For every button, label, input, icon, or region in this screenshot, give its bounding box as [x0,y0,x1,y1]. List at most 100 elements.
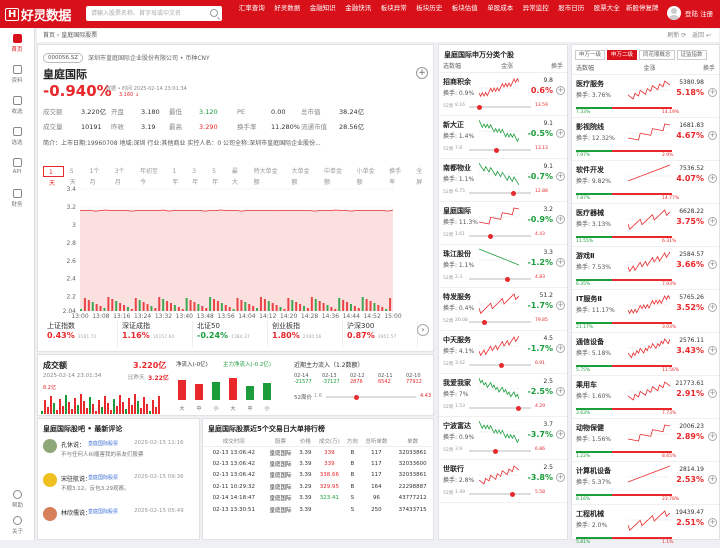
sector-stock-row[interactable]: 南都物业 换手: 1.1% 9.1 -0.7% +52周 6.75 12.88 [439,159,567,202]
chart-tab-2[interactable]: 1个月 [85,166,109,186]
nav-item-8[interactable]: 异常监控 [518,0,554,28]
add-button[interactable]: + [708,475,717,484]
breadcrumb-home[interactable]: 首页 [43,32,55,39]
industry-name[interactable]: 医疗器械 [576,208,604,218]
add-button[interactable]: + [708,303,717,312]
sector-stock-row[interactable]: 招商积余 换手: 0.9% 9.8 0.6% +52周 8.16 13.59 [439,73,567,116]
nav-item-5[interactable]: 板块历史 [412,0,448,28]
nav-item-4[interactable]: 板块异常 [376,0,412,28]
comment-item[interactable]: 宋驻航说： 皇庭国际股票 2025-02-15 09:36 不顺3.12。反包3.29… [38,469,199,503]
nav-item-6[interactable]: 板块估值 [447,0,483,28]
industry-name[interactable]: 游戏Ⅱ [576,251,595,261]
industry-row[interactable]: 工程机械 换手: 2.0% 19439.47 2.51% +5.81% 1.1% [572,505,719,548]
sector-stock-row[interactable]: 特发服务 换手: 0.4% 51.2 -1.7% +52周 20.08 79.85 [439,288,567,331]
back-button[interactable]: 返回 [692,32,704,39]
table-row[interactable]: 02-13 13:06:42 皇庭国际 3.39 339 B 117 32033861 [203,447,433,459]
sector-stock-row[interactable]: 珠江股份 换手: 1.1% 3.3 -1.2% +52周 2.3 4.83 [439,245,567,288]
sidebar-item-0[interactable]: 首页 [0,28,34,59]
industry-name[interactable]: 计算机设备 [576,466,611,476]
add-button[interactable]: + [708,346,717,355]
industry-name[interactable]: 医疗服务 [576,79,604,89]
add-button[interactable]: + [556,215,565,224]
sector-stock-row[interactable]: 中天服务 换手: 4.1% 4.5 -1.7% +52周 3.42 6.91 [439,331,567,374]
add-button[interactable]: + [556,344,565,353]
stock-name[interactable]: 世联行 [443,464,464,474]
sidebar-item-2[interactable]: 收选 [0,90,34,121]
table-row[interactable]: 02-13 13:06:42 皇庭国际 3.39 339 B 117 32033600 [203,458,433,470]
table-row[interactable]: 02-11 10:29:32 皇庭国际 3.29 329.95 B 164 22298887 [203,481,433,493]
sidebar-item-about[interactable]: 关于 [0,516,35,535]
sector-stock-row[interactable]: 皇庭国际 换手: 11.3% 3.2 -0.9% +52周 1.61 4.43 [439,202,567,245]
industry-row[interactable]: 通信设备 换手: 5.18% 2576.11 3.43% +5.75% 11.56% [572,333,719,376]
add-button[interactable]: + [708,260,717,269]
index-item-2[interactable]: 北证50 -0.24% 1384.37 [193,321,268,347]
add-button[interactable]: + [556,86,565,95]
chart-tab-14[interactable]: 全屏 [411,166,432,186]
add-button[interactable]: + [556,387,565,396]
industry-row[interactable]: IT服务Ⅱ 换手: 11.17% 5765.26 3.52% +21.17% 3.03% [572,290,719,333]
industry-name[interactable]: 工程机械 [576,509,604,519]
next-index-button[interactable]: › [417,324,429,336]
add-button[interactable]: + [556,172,565,181]
comment-user[interactable]: 宋驻航说： [61,474,91,483]
sector-header-cell[interactable]: 金涨 [501,61,540,72]
refresh-button[interactable]: 刷新 [667,32,679,39]
sector-stock-row[interactable]: 新大正 换手: 1.4% 9.1 -0.5% +52周 7.8 13.13 [439,116,567,159]
add-button[interactable]: + [556,258,565,267]
sector-stock-row[interactable]: 世联行 换手: 2.8% 2.5 -3.8% +52周 1.49 5.58 [439,460,567,503]
industry-header-cell[interactable]: 换手 [689,63,715,74]
industry-row[interactable]: 乘用车 换手: 1.60% 21773.61 2.91% +3.63% 7.73% [572,376,719,419]
nav-item-11[interactable]: 新股停复牌 [625,0,661,28]
table-row[interactable]: 02-13 13:30:51 皇庭国际 3.39 S 250 37433715 [203,504,433,516]
chart-tab-11[interactable]: 中单金额 [319,166,351,186]
stock-name[interactable]: 宁波富达 [443,421,471,431]
price-chart[interactable]: 3.43.232.82.62.42.22.0413:00 13:08 13:16 13… [38,183,433,319]
industry-row[interactable]: 医疗服务 换手: 3.76% 5380.98 5.18% +7.33% 14.19% [572,75,719,118]
add-watch-button[interactable]: + [416,67,428,79]
industry-header-cell[interactable]: 选数幅 [576,63,644,74]
chart-tab-12[interactable]: 小单金额 [352,166,384,186]
nav-item-3[interactable]: 金融快讯 [341,0,377,28]
industry-tab-0[interactable]: 申万一级 [575,50,606,60]
comment-tag[interactable]: 皇庭国际股票 [88,508,118,515]
sidebar-item-5[interactable]: 财务 [0,183,34,214]
industry-name[interactable]: 乘用车 [576,380,597,390]
stock-name[interactable]: 皇庭国际 [443,206,471,216]
stock-name[interactable]: 南都物业 [443,163,471,173]
add-button[interactable]: + [708,389,717,398]
table-row[interactable]: 02-14 14:18:47 皇庭国际 3.39 323.41 S 96 43777212 [203,493,433,505]
comment-item[interactable]: 林欣儒说： 皇庭国际股票 2025-02-15 05:49 [38,503,199,537]
sector-header-cell[interactable]: 换手 [540,61,563,72]
chart-tab-7[interactable]: 5年 [207,166,226,186]
sector-stock-row[interactable]: 我爱我家 换手: 7% 2.5 -2.5% +52周 1.53 4.29 [439,374,567,417]
chart-tab-6[interactable]: 3年 [187,166,206,186]
stock-name[interactable]: 特发服务 [443,292,471,302]
index-item-0[interactable]: 上证指数 0.43% 3161.72 [43,321,118,347]
sidebar-item-4[interactable]: API [0,152,34,183]
chart-tab-5[interactable]: 1年 [167,166,186,186]
sidebar-item-help[interactable]: 帮助 [0,490,35,509]
index-item-3[interactable]: 创业板指 1.80% 2100.56 [268,321,343,347]
industry-row[interactable]: 游戏Ⅱ 换手: 7.53% 2584.57 3.66% +6.35% 7.93% [572,247,719,290]
stock-name[interactable]: 招商积余 [443,77,471,87]
add-button[interactable]: + [708,217,717,226]
comment-user[interactable]: 孔休说： [61,440,85,449]
nav-item-0[interactable]: 汇率查询 [234,0,270,28]
index-item-1[interactable]: 深证成指 1.16% 10157.64 [118,321,193,347]
stock-name[interactable]: 珠江股份 [443,249,471,259]
add-button[interactable]: + [708,174,717,183]
nav-item-1[interactable]: 好灵数据 [270,0,306,28]
chart-tab-9[interactable]: 特大单金额 [249,166,286,186]
chart-tab-13[interactable]: 换手率 [384,166,410,186]
nav-item-9[interactable]: 股市日历 [554,0,590,28]
sector-header-cell[interactable]: 选数幅 [443,61,501,72]
industry-header-cell[interactable]: 金涨 [644,63,690,74]
stock-name[interactable]: 中天服务 [443,335,471,345]
industry-row[interactable]: 医疗器械 换手: 3.13% 6628.22 3.75% +11.55% 6.31% [572,204,719,247]
sector-stock-row[interactable]: 宁波富达 换手: 0.9% 3.7 -3.7% +52周 3.9 6.86 [439,417,567,460]
industry-name[interactable]: IT服务Ⅱ [576,294,602,304]
login-link[interactable]: 登陆 注册 [685,8,713,18]
add-button[interactable]: + [556,301,565,310]
comment-tag[interactable]: 皇庭国际股票 [88,474,118,481]
add-button[interactable]: + [708,88,717,97]
